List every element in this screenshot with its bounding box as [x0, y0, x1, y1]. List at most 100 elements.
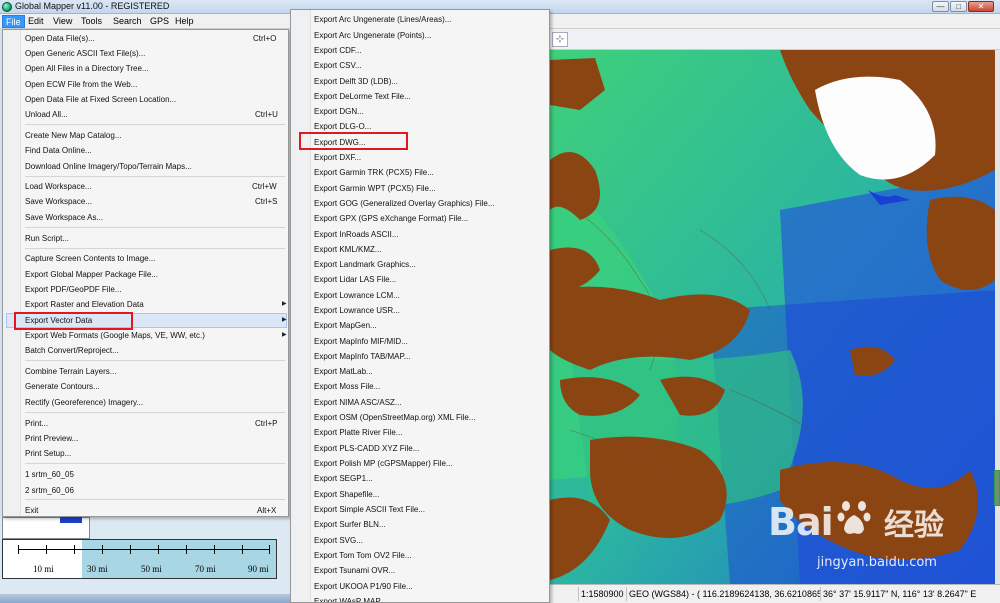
menu-open-fixed-location[interactable]: Open Data File at Fixed Screen Location.…: [25, 93, 176, 106]
menu-tools[interactable]: Tools: [78, 15, 105, 28]
menu-recent-file-2[interactable]: 2 srtm_60_06: [25, 484, 74, 497]
submenu-item[interactable]: Export Shapefile...: [314, 488, 379, 501]
submenu-item[interactable]: Export Lidar LAS File...: [314, 273, 396, 286]
status-dms: 36° 37' 15.9117" N, 116° 13' 8.2647" E: [820, 587, 1000, 601]
scale-tick: [74, 545, 75, 554]
submenu-item[interactable]: Export MapGen...: [314, 319, 377, 332]
submenu-item[interactable]: Export NIMA ASC/ASZ...: [314, 396, 402, 409]
menu-open-ascii[interactable]: Open Generic ASCII Text File(s)...: [25, 47, 145, 60]
menu-download-imagery[interactable]: Download Online Imagery/Topo/Terrain Map…: [25, 160, 192, 173]
minimize-button[interactable]: —: [932, 1, 949, 12]
maximize-button[interactable]: □: [950, 1, 967, 12]
menu-save-workspace[interactable]: Save Workspace...: [25, 195, 92, 208]
menu-create-map-catalog[interactable]: Create New Map Catalog...: [25, 129, 122, 142]
submenu-item[interactable]: Export OSM (OpenStreetMap.org) XML File.…: [314, 411, 476, 424]
close-button[interactable]: ✕: [968, 1, 994, 12]
watermark-cn: 经验: [884, 508, 944, 543]
submenu-item[interactable]: Export Platte River File...: [314, 426, 402, 439]
highlight-box: [299, 132, 408, 150]
menu-open-directory-tree[interactable]: Open All Files in a Directory Tree...: [25, 62, 149, 75]
menu-find-data-online[interactable]: Find Data Online...: [25, 144, 92, 157]
menu-load-workspace[interactable]: Load Workspace...: [25, 180, 92, 193]
submenu-item[interactable]: Export CSV...: [314, 59, 362, 72]
export-vector-submenu: Export Arc Ungenerate (Lines/Areas)... E…: [290, 9, 550, 603]
menu-combine-terrain[interactable]: Combine Terrain Layers...: [25, 365, 116, 378]
menu-rectify-imagery[interactable]: Rectify (Georeference) Imagery...: [25, 396, 143, 409]
submenu-item[interactable]: Export CDF...: [314, 44, 362, 57]
submenu-item[interactable]: Export WAsP MAP...: [314, 595, 386, 602]
menu-gutter: [291, 10, 311, 602]
menu-open-data-files[interactable]: Open Data File(s)...: [25, 32, 95, 45]
menu-view[interactable]: View: [50, 15, 75, 28]
submenu-item[interactable]: Export Landmark Graphics...: [314, 258, 416, 271]
watermark-url: jingyan.baidu.com: [817, 555, 937, 570]
legend-swatch: [60, 517, 82, 523]
submenu-item[interactable]: Export MapInfo TAB/MAP...: [314, 350, 411, 363]
submenu-item[interactable]: Export GPX (GPS eXchange Format) File...: [314, 212, 468, 225]
submenu-item[interactable]: Export Lowrance LCM...: [314, 289, 400, 302]
menu-separator: [25, 412, 285, 413]
menu-export-web[interactable]: Export Web Formats (Google Maps, VE, WW,…: [25, 329, 205, 342]
submenu-item[interactable]: Export MapInfo MIF/MID...: [314, 335, 408, 348]
menu-save-workspace-as[interactable]: Save Workspace As...: [25, 211, 103, 224]
scale-tick: [102, 545, 103, 554]
menu-gps[interactable]: GPS: [147, 15, 172, 28]
submenu-item[interactable]: Export InRoads ASCII...: [314, 228, 398, 241]
submenu-item[interactable]: Export Surfer BLN...: [314, 518, 386, 531]
submenu-item[interactable]: Export SEGP1...: [314, 472, 373, 485]
submenu-item[interactable]: Export Arc Ungenerate (Lines/Areas)...: [314, 13, 451, 26]
menu-export-raster[interactable]: Export Raster and Elevation Data: [25, 298, 144, 311]
menu-edit[interactable]: Edit: [25, 15, 47, 28]
menu-file[interactable]: File: [2, 15, 25, 28]
menu-separator: [25, 360, 285, 361]
submenu-item[interactable]: Export DGN...: [314, 105, 364, 118]
menu-search[interactable]: Search: [110, 15, 145, 28]
submenu-item[interactable]: Export Lowrance USR...: [314, 304, 400, 317]
menu-recent-file-1[interactable]: 1 srtm_60_05: [25, 468, 74, 481]
window-title: Global Mapper v11.00 - REGISTERED: [15, 1, 170, 11]
menu-shortcut: Ctrl+P: [255, 419, 278, 428]
submenu-item[interactable]: Export MatLab...: [314, 365, 373, 378]
menu-unload-all[interactable]: Unload All...: [25, 108, 68, 121]
submenu-item[interactable]: Export GOG (Generalized Overlay Graphics…: [314, 197, 495, 210]
submenu-item[interactable]: Export DXF...: [314, 151, 361, 164]
menu-exit[interactable]: Exit: [25, 504, 38, 517]
submenu-item[interactable]: Export Garmin TRK (PCX5) File...: [314, 166, 434, 179]
scale-tick: [130, 545, 131, 554]
submenu-item[interactable]: Export Moss File...: [314, 380, 380, 393]
menu-separator: [25, 124, 285, 125]
menu-help[interactable]: Help: [172, 15, 197, 28]
submenu-item[interactable]: Export SVG...: [314, 534, 363, 547]
submenu-item[interactable]: Export PLS-CADD XYZ File...: [314, 442, 419, 455]
submenu-item[interactable]: Export Garmin WPT (PCX5) File...: [314, 182, 436, 195]
menu-generate-contours[interactable]: Generate Contours...: [25, 380, 100, 393]
submenu-item[interactable]: Export Simple ASCII Text File...: [314, 503, 425, 516]
menu-batch-convert[interactable]: Batch Convert/Reproject...: [25, 344, 119, 357]
menu-capture-screen[interactable]: Capture Screen Contents to Image...: [25, 252, 155, 265]
submenu-item[interactable]: Export Tom Tom OV2 File...: [314, 549, 412, 562]
highlight-box: [14, 312, 133, 330]
submenu-item[interactable]: Export Tsunami OVR...: [314, 564, 395, 577]
submenu-item[interactable]: Export UKOOA P1/90 File...: [314, 580, 413, 593]
menu-shortcut: Ctrl+W: [252, 182, 277, 191]
submenu-item[interactable]: Export KML/KMZ...: [314, 243, 382, 256]
crosshair-tool-icon[interactable]: ⊹: [552, 32, 568, 47]
menu-run-script[interactable]: Run Script...: [25, 232, 69, 245]
menu-export-pdf[interactable]: Export PDF/GeoPDF File...: [25, 283, 121, 296]
scroll-thumb[interactable]: [994, 470, 1000, 506]
menu-open-ecw-web[interactable]: Open ECW File from the Web...: [25, 78, 137, 91]
menu-shortcut: Alt+X: [257, 506, 277, 515]
toolbar: ⊹: [550, 29, 1000, 50]
submenu-item[interactable]: Export Arc Ungenerate (Points)...: [314, 29, 431, 42]
menu-print[interactable]: Print...: [25, 417, 48, 430]
menu-print-preview[interactable]: Print Preview...: [25, 432, 78, 445]
menu-export-package[interactable]: Export Global Mapper Package File...: [25, 268, 158, 281]
scale-label: 70 mi: [195, 564, 216, 574]
menu-print-setup[interactable]: Print Setup...: [25, 447, 71, 460]
menu-separator: [25, 248, 285, 249]
menu-shortcut: Ctrl+U: [255, 110, 278, 119]
submenu-item[interactable]: Export Polish MP (cGPSMapper) File...: [314, 457, 453, 470]
submenu-item[interactable]: Export Delft 3D (LDB)...: [314, 75, 398, 88]
globe-icon: [2, 2, 12, 12]
submenu-item[interactable]: Export DeLorme Text File...: [314, 90, 411, 103]
